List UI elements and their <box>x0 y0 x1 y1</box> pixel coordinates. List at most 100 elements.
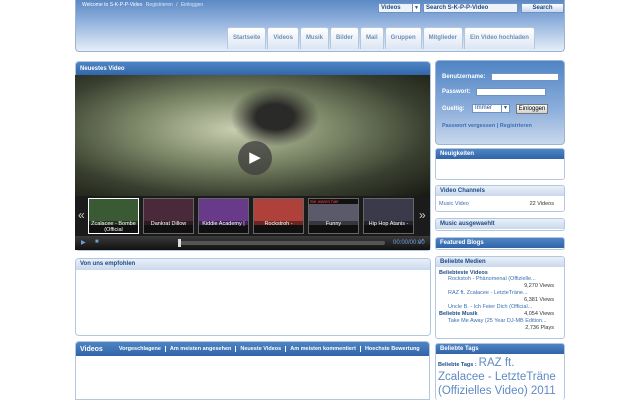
search-button[interactable]: Search <box>521 3 564 13</box>
nav-tab-mail[interactable]: Mail <box>359 27 384 49</box>
thumbnail-caption: Zcalacee - Bombe (Official <box>89 221 138 233</box>
login-button[interactable]: Einloggen <box>516 104 548 114</box>
search-input[interactable]: Search S-K-P-P-Video <box>423 3 518 13</box>
channel-count: 22 Videos <box>529 201 554 207</box>
channels-box: Video Channels Music Video 22 Videos <box>435 185 565 212</box>
thumbnail-overlay-text: Sie waren hier <box>309 199 358 204</box>
videos-tabs-bar: Videos Vorgeschlagene Am meisten angeseh… <box>76 342 429 356</box>
chevron-left-icon[interactable]: « <box>78 208 85 222</box>
tab-most-viewed[interactable]: Am meisten angesehen <box>164 346 235 352</box>
channel-name[interactable]: Music Video <box>439 201 539 208</box>
recommended-panel: Von uns empfohlen <box>75 258 431 336</box>
list-item: Take Me Away (25 Year DJ-MB Edition... <box>436 318 564 325</box>
thumbnail[interactable]: Hip Hop Atanis - <box>363 198 414 234</box>
thumbnail-strip: « Zcalacee - Bombe (Official Dankrat Dil… <box>75 196 430 236</box>
blogs-box: Featured Blogs <box>435 237 565 250</box>
chevron-right-icon[interactable]: » <box>419 208 426 222</box>
tab-vorgeschlagene[interactable]: Vorgeschlagene <box>115 346 165 352</box>
media-title[interactable]: Rockstoh - Phänomenal (Offizielle... <box>448 276 548 283</box>
search-scope-select[interactable]: Videos ▼ <box>378 3 421 13</box>
valid-label: Gueltig: <box>442 106 465 112</box>
tags-title: Beliebte Tags <box>436 344 564 354</box>
list-item: RAZ ft. Zcalacee - LetzteTräne... <box>436 290 564 297</box>
nav-tab-startseite[interactable]: Startseite <box>227 27 267 49</box>
fullscreen-icon[interactable]: ⤢ <box>419 239 424 246</box>
list-item: 9,270 Views <box>436 283 564 290</box>
tab-top-rated[interactable]: Hoechste Bewertung <box>359 346 424 352</box>
media-title[interactable]: Take Me Away (25 Year DJ-MB Edition... <box>448 318 548 325</box>
thumbnail-caption: Hip Hop Atanis - <box>364 221 413 233</box>
password-input[interactable] <box>476 88 546 96</box>
nav-tab-mitglieder[interactable]: Mitglieder <box>422 27 463 49</box>
thumbnail[interactable]: Zcalacee - Bombe (Official <box>88 198 139 234</box>
login-links: Passwort vergessen | Registrieren <box>442 123 532 129</box>
news-box: Neuigkeiten <box>435 148 565 180</box>
register-link[interactable]: Registrieren <box>500 123 532 129</box>
video-frame <box>230 87 320 147</box>
channel-row: Music Video 22 Videos <box>436 201 564 208</box>
nav-tab-upload[interactable]: Ein Video hochladen <box>463 27 535 49</box>
thumbnail-caption: Kiddie Academy | <box>199 221 248 233</box>
music-box: Music ausgewaehlt <box>435 218 565 231</box>
list-item: 2,736 Plays <box>436 325 564 332</box>
popular-videos-label: Beliebteste Videos <box>439 270 488 276</box>
player-controls: ▶ ■ 00:00/00:00 ◄ ⤢ <box>75 236 490 250</box>
password-label: Passwort: <box>442 89 471 95</box>
channels-title: Video Channels <box>436 186 564 196</box>
list-item: Rockstoh - Phänomenal (Offizielle... <box>436 276 564 283</box>
thumbnail[interactable]: Rockstroh - <box>253 198 304 234</box>
seek-handle[interactable] <box>178 239 181 247</box>
username-label: Benutzername: <box>442 74 486 80</box>
video-player[interactable]: ▶ <box>75 75 430 196</box>
thumbnail-caption: Funny <box>309 221 358 233</box>
site-header: Welcome to S-K-P-P-Video Registrieren / … <box>75 0 565 52</box>
tags-label: Beliebte Tags : <box>438 362 477 368</box>
validity-select[interactable]: Immer ▼ <box>472 104 510 113</box>
media-title[interactable]: RAZ ft. Zcalacee - LetzteTräne... <box>448 290 548 297</box>
tab-most-commented[interactable]: Am meisten kommentiert <box>285 346 360 352</box>
forgot-password-link[interactable]: Passwort vergessen <box>442 123 495 129</box>
videos-tabs-title: Videos <box>80 345 103 353</box>
stop-icon[interactable]: ■ <box>95 239 99 245</box>
nav-tab-musik[interactable]: Musik <box>299 27 329 49</box>
login-link[interactable]: Einloggen <box>181 2 203 8</box>
chevron-down-icon: ▼ <box>501 105 509 112</box>
search-scope-value: Videos <box>381 5 401 11</box>
nav-tab-gruppen[interactable]: Gruppen <box>384 27 422 49</box>
username-input[interactable] <box>491 73 559 81</box>
blogs-title: Featured Blogs <box>436 238 564 248</box>
thumbnail[interactable]: Dankrat Dillow <box>143 198 194 234</box>
welcome-bar: Welcome to S-K-P-P-Video Registrieren / … <box>82 2 205 8</box>
separator: / <box>176 2 178 8</box>
seek-bar[interactable] <box>178 239 385 247</box>
recommended-title: Von uns empfohlen <box>76 259 430 270</box>
tag-cloud: Beliebte Tags : RAZ ft. Zcalacee - Letzt… <box>436 354 564 399</box>
login-box: Benutzername: Passwort: Gueltig: Immer ▼… <box>435 60 565 145</box>
media-plays: 2,736 Plays <box>525 325 554 331</box>
featured-video-title: Neuestes Video <box>76 62 430 76</box>
tags-box: Beliebte Tags Beliebte Tags : RAZ ft. Zc… <box>435 343 565 400</box>
media-title[interactable]: Uncle B. - Ich Feier Dich (Official... <box>448 304 548 311</box>
thumbnail-caption: Dankrat Dillow <box>144 221 193 233</box>
popular-media-box: Beliebte Medien Beliebteste Videos Rocks… <box>435 256 565 339</box>
popular-media-title: Beliebte Medien <box>436 257 564 267</box>
nav-tab-videos[interactable]: Videos <box>267 27 299 49</box>
videos-tabs-panel: Videos Vorgeschlagene Am meisten angeseh… <box>75 341 430 400</box>
play-icon[interactable]: ▶ <box>238 141 272 175</box>
thumbnail-caption: Rockstroh - <box>254 221 303 233</box>
register-link[interactable]: Registrieren <box>146 2 173 8</box>
list-item: 6,381 Views <box>436 297 564 304</box>
chevron-down-icon: ▼ <box>412 4 420 12</box>
tab-newest[interactable]: Neueste Videos <box>235 346 285 352</box>
welcome-text: Welcome to S-K-P-P-Video <box>82 2 143 8</box>
validity-value: Immer <box>475 105 492 111</box>
thumbnail[interactable]: Kiddie Academy | <box>198 198 249 234</box>
thumbnail[interactable]: Sie waren hier Funny <box>308 198 359 234</box>
media-views: 9,270 Views <box>524 283 554 289</box>
nav-tab-bilder[interactable]: Bilder <box>329 27 359 49</box>
media-views: 6,381 Views <box>524 297 554 303</box>
main-nav: Startseite Videos Musik Bilder Mail Grup… <box>227 27 536 49</box>
list-item: Uncle B. - Ich Feier Dich (Official... <box>436 304 564 311</box>
media-views: 4,054 Views <box>524 311 554 317</box>
play-icon[interactable]: ▶ <box>81 239 86 246</box>
